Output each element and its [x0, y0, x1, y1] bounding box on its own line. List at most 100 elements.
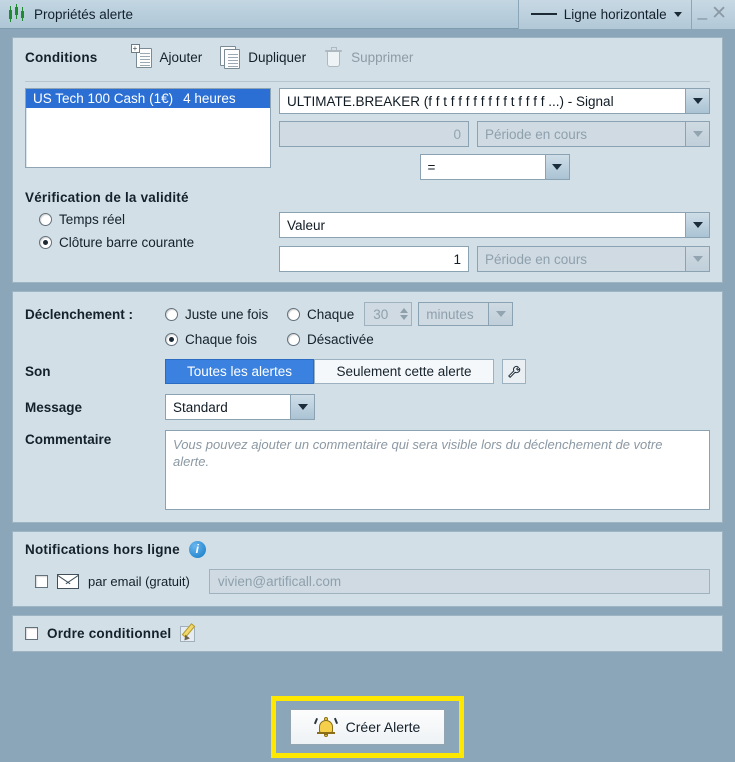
left-period-select[interactable]: Période en cours	[477, 121, 710, 147]
radio-trigger-disabled-label: Désactivée	[307, 332, 374, 347]
info-icon[interactable]: i	[188, 541, 206, 558]
email-notification-row: par email (gratuit) vivien@artificall.co…	[25, 569, 710, 596]
minimize-button[interactable]: _	[698, 2, 707, 22]
chevron-down-icon[interactable]	[685, 89, 709, 113]
window-controls: _ ✕	[690, 0, 735, 29]
trigger-unit-select[interactable]: minutes	[418, 302, 514, 326]
chevron-down-icon[interactable]	[685, 213, 709, 237]
instrument-timeframe: 4 heures	[183, 91, 236, 106]
footer-area: Créer Alerte	[0, 692, 735, 762]
radio-trigger-everytime[interactable]: Chaque fois	[165, 332, 287, 347]
radio-realtime[interactable]: Temps réel	[39, 212, 271, 227]
right-period-value: Période en cours	[485, 251, 588, 267]
candlestick-icon	[6, 4, 28, 24]
message-select[interactable]: Standard	[165, 394, 315, 420]
left-period-value: Période en cours	[485, 126, 588, 142]
right-type-value: Valeur	[287, 217, 326, 233]
email-input[interactable]: vivien@artificall.com	[208, 569, 710, 594]
right-value-input[interactable]: 1	[279, 246, 469, 272]
left-value-input[interactable]: 0	[279, 121, 469, 147]
shape-selector-label: Ligne horizontale	[563, 6, 667, 22]
conditional-order-label: Ordre conditionnel	[47, 626, 172, 641]
duplicate-condition-button[interactable]: Dupliquer	[216, 44, 320, 71]
comment-label: Commentaire	[25, 432, 112, 447]
create-alert-label: Créer Alerte	[345, 719, 421, 735]
message-select-value: Standard	[173, 399, 228, 415]
radio-trigger-disabled[interactable]: Désactivée	[287, 332, 374, 347]
comment-textarea[interactable]: Vous pouvez ajouter un commentaire qui s…	[165, 430, 710, 510]
wrench-icon	[508, 365, 521, 378]
sound-label: Son	[25, 364, 51, 379]
chevron-down-icon	[673, 11, 682, 17]
chevron-down-icon[interactable]	[685, 247, 709, 271]
titlebar-right: Ligne horizontale _ ✕	[517, 0, 735, 29]
radio-bar-close[interactable]: Clôture barre courante	[39, 235, 271, 250]
horizontal-line-icon	[530, 13, 557, 15]
create-alert-button[interactable]: Créer Alerte	[289, 709, 446, 745]
trash-icon	[324, 46, 344, 69]
list-item[interactable]: US Tech 100 Cash (1€) 4 heures	[26, 89, 270, 108]
sound-all-alerts-label: Toutes les alertes	[186, 364, 293, 379]
radio-icon	[287, 307, 300, 321]
radio-trigger-once-label: Juste une fois	[185, 306, 269, 322]
shape-selector[interactable]: Ligne horizontale	[517, 0, 691, 29]
conditional-order-panel: Ordre conditionnel	[12, 615, 723, 652]
radio-icon	[39, 213, 52, 226]
left-value: 0	[453, 126, 461, 142]
stepper-arrows-icon[interactable]	[400, 308, 409, 320]
trigger-interval-stepper[interactable]: 30	[364, 302, 413, 326]
add-document-icon: +	[130, 44, 153, 69]
sound-settings-button[interactable]	[502, 359, 526, 384]
pencil-icon[interactable]	[180, 623, 199, 643]
validity-section: Vérification de la validité Temps réel C…	[13, 188, 722, 282]
sound-this-alert-label: Seulement cette alerte	[336, 364, 472, 379]
instrument-name: US Tech 100 Cash (1€)	[33, 91, 174, 106]
sound-this-alert-button[interactable]: Seulement cette alerte	[314, 359, 494, 384]
right-period-select[interactable]: Période en cours	[477, 246, 710, 272]
message-row: Message Standard	[25, 394, 710, 420]
delete-condition-button[interactable]: Supprimer	[320, 45, 427, 71]
delete-condition-label: Supprimer	[351, 50, 414, 65]
instrument-list[interactable]: US Tech 100 Cash (1€) 4 heures	[25, 88, 271, 168]
validity-options: Vérification de la validité Temps réel C…	[25, 188, 271, 272]
operator-select[interactable]: =	[419, 154, 570, 180]
conditional-order-checkbox[interactable]	[25, 627, 38, 640]
radio-trigger-once[interactable]: Juste une fois	[165, 307, 287, 322]
trigger-label: Déclenchement :	[25, 306, 134, 322]
chevron-down-icon[interactable]	[488, 303, 513, 325]
chevron-down-icon[interactable]	[290, 395, 314, 419]
trigger-body: Déclenchement : Juste une fois Chaque 30…	[13, 292, 722, 522]
email-notification-checkbox[interactable]	[35, 575, 48, 588]
trigger-interval-value: 30	[373, 306, 389, 322]
sound-row: Son Toutes les alertes Seulement cette a…	[25, 359, 710, 384]
notifications-header: Notifications hors ligne i	[25, 541, 710, 558]
radio-trigger-every[interactable]: Chaque	[287, 307, 354, 322]
radio-icon	[39, 236, 52, 249]
sound-all-alerts-button[interactable]: Toutes les alertes	[165, 359, 314, 384]
conditions-title: Conditions	[25, 50, 98, 65]
chevron-down-icon[interactable]	[544, 155, 569, 179]
radio-bar-close-label: Clôture barre courante	[59, 235, 195, 250]
chevron-down-icon[interactable]	[685, 122, 709, 146]
close-button[interactable]: ✕	[711, 4, 727, 23]
trigger-panel: Déclenchement : Juste une fois Chaque 30…	[12, 291, 723, 523]
right-type-select[interactable]: Valeur	[279, 212, 710, 238]
radio-realtime-label: Temps réel	[59, 212, 126, 227]
indicator-select[interactable]: ULTIMATE.BREAKER (f f t f f f f f f f f …	[279, 88, 710, 114]
create-alert-highlight: Créer Alerte	[270, 696, 465, 758]
operator-value: =	[427, 159, 436, 175]
window-title: Propriétés alerte	[34, 6, 134, 22]
right-params-row: 1 Période en cours	[279, 246, 710, 272]
notifications-body: Notifications hors ligne i par email (gr…	[13, 532, 722, 606]
radio-trigger-everytime-label: Chaque fois	[185, 332, 258, 347]
radio-icon	[287, 333, 300, 346]
add-condition-button[interactable]: + Ajouter	[128, 44, 217, 71]
conditions-panel: Conditions + Ajouter Dupliquer Supprimer	[12, 37, 723, 283]
radio-trigger-every-label: Chaque	[307, 306, 355, 322]
email-notification-label: par email (gratuit)	[88, 574, 190, 589]
conditions-body: US Tech 100 Cash (1€) 4 heures ULTIMATE.…	[13, 82, 722, 188]
radio-icon	[165, 307, 178, 321]
duplicate-condition-label: Dupliquer	[248, 50, 307, 65]
validity-title: Vérification de la validité	[25, 190, 189, 205]
add-condition-label: Ajouter	[159, 50, 203, 65]
